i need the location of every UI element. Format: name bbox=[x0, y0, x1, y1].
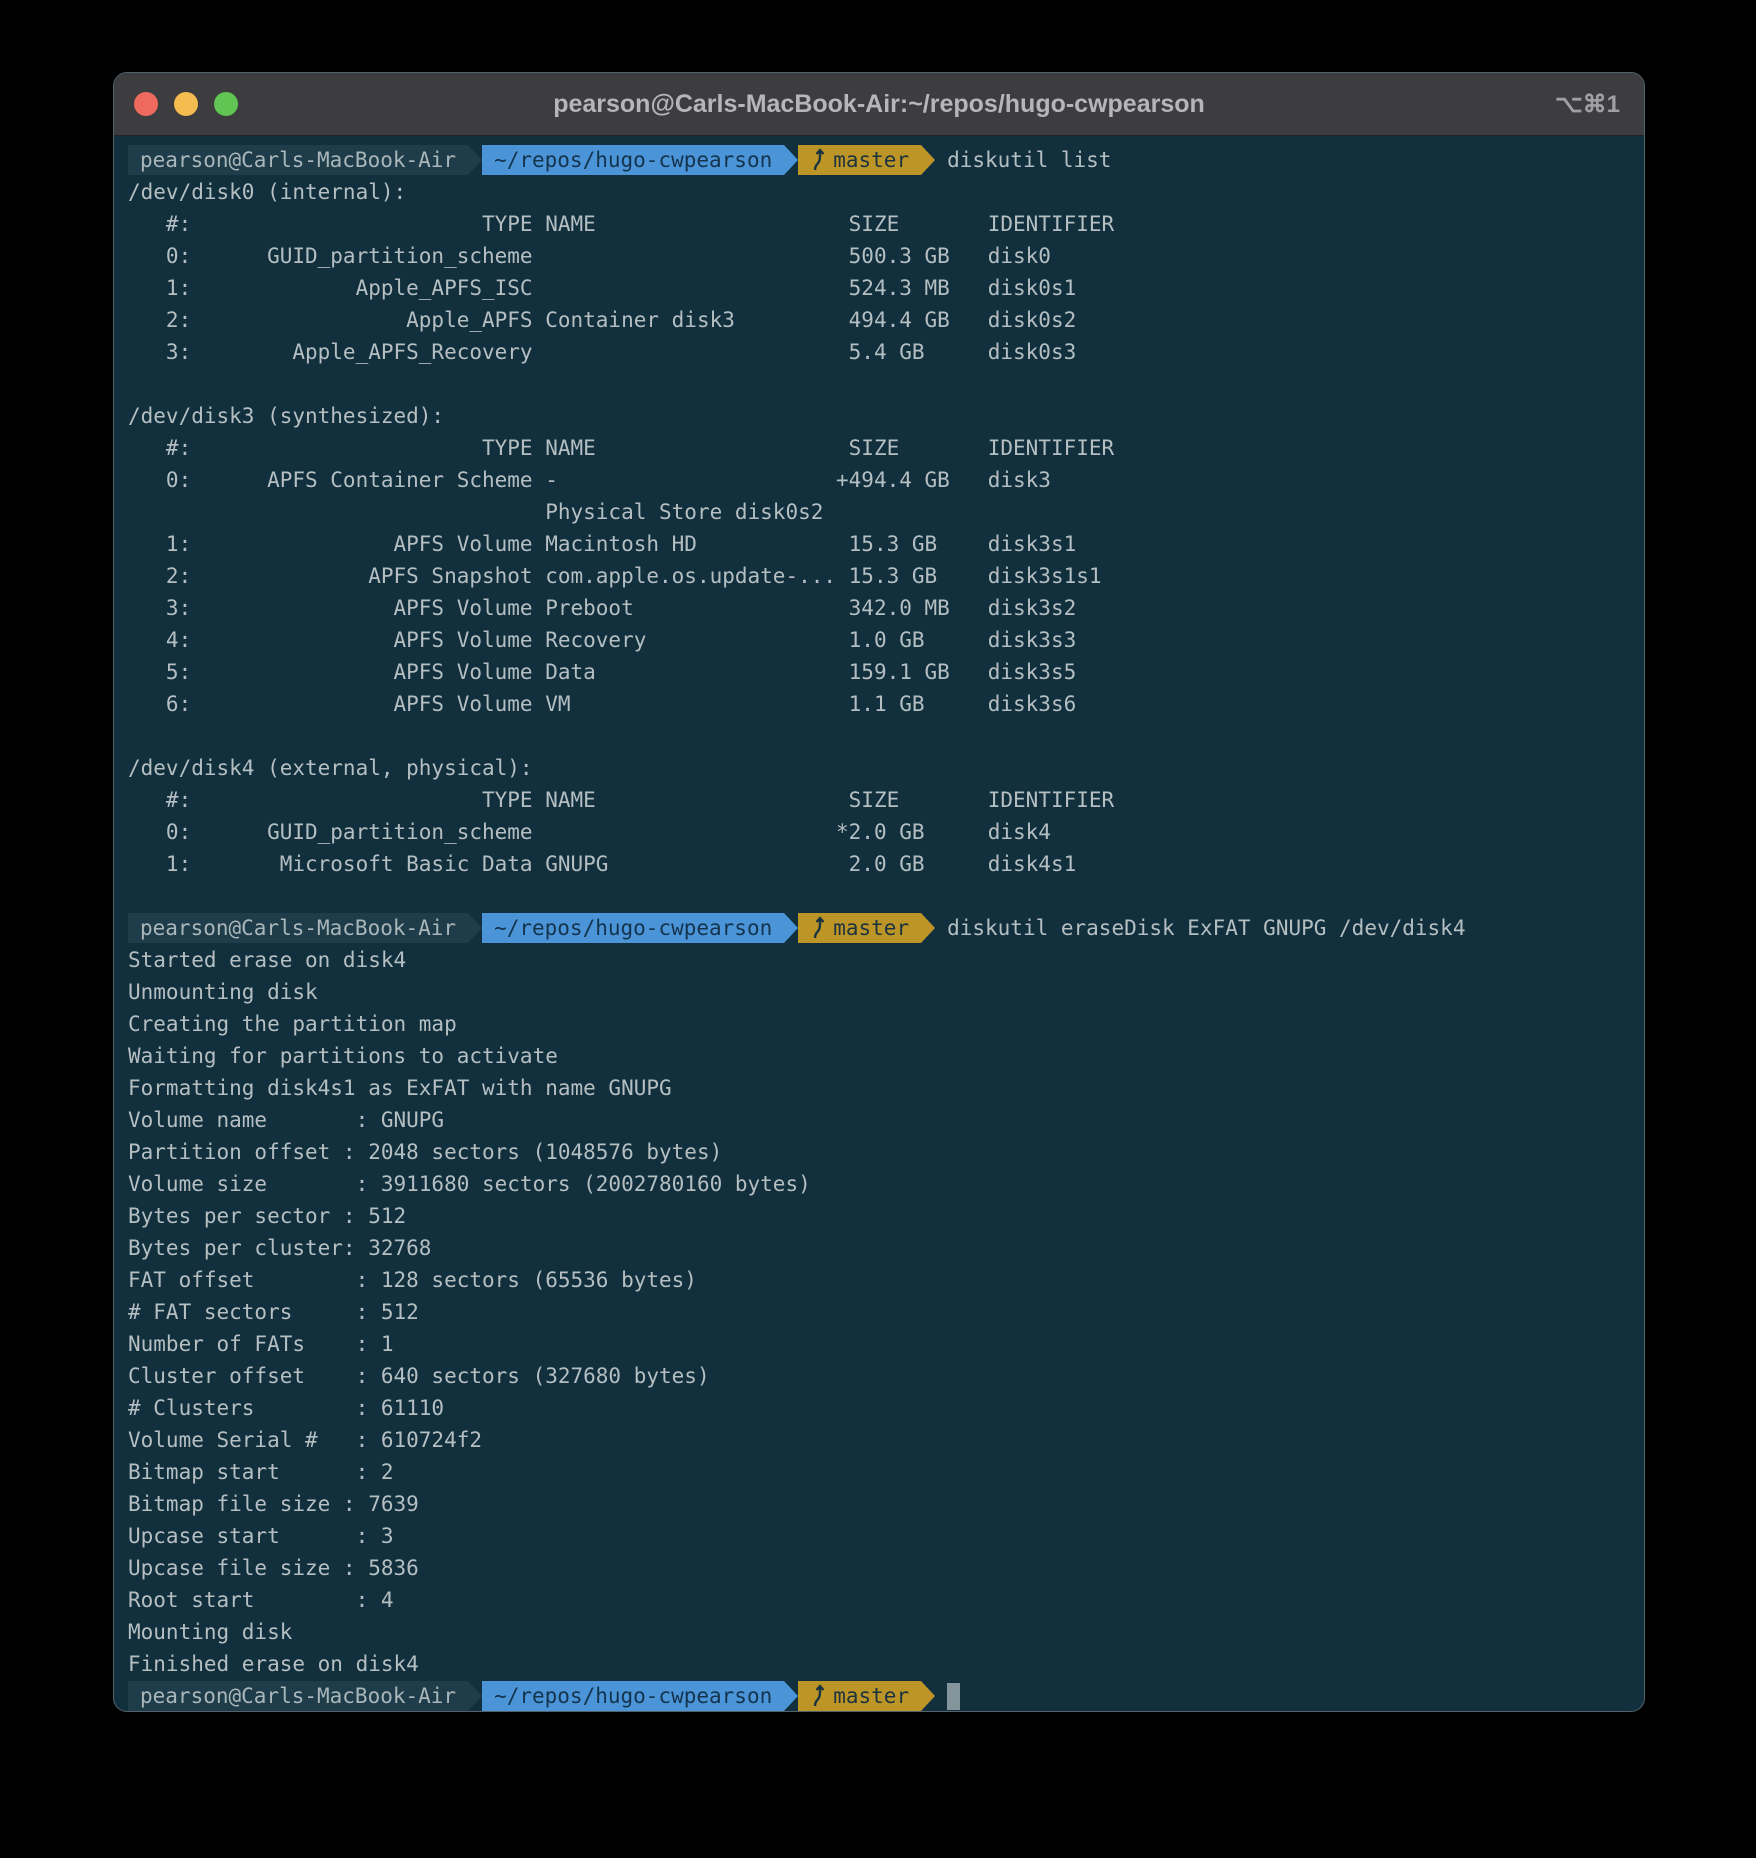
powerline-separator-icon bbox=[468, 145, 482, 175]
output-line: Partition offset : 2048 sectors (1048576… bbox=[128, 1136, 1644, 1168]
close-button[interactable] bbox=[134, 92, 158, 116]
output-line: Bytes per sector : 512 bbox=[128, 1200, 1644, 1232]
output-line: Root start : 4 bbox=[128, 1584, 1644, 1616]
powerline-separator-icon bbox=[921, 913, 935, 943]
output-line: 2: Apple_APFS Container disk3 494.4 GB d… bbox=[128, 304, 1644, 336]
output-line: Volume size : 3911680 sectors (200278016… bbox=[128, 1168, 1644, 1200]
blank-line bbox=[128, 368, 1644, 400]
output-line: 5: APFS Volume Data 159.1 GB disk3s5 bbox=[128, 656, 1644, 688]
output-line: Waiting for partitions to activate bbox=[128, 1040, 1644, 1072]
command-text: diskutil eraseDisk ExFAT GNUPG /dev/disk… bbox=[947, 912, 1465, 944]
output-line: # Clusters : 61110 bbox=[128, 1392, 1644, 1424]
window-title: pearson@Carls-MacBook-Air:~/repos/hugo-c… bbox=[114, 90, 1644, 119]
output-line: 0: GUID_partition_scheme 500.3 GB disk0 bbox=[128, 240, 1644, 272]
output-line: Number of FATs : 1 bbox=[128, 1328, 1644, 1360]
powerline-separator-icon bbox=[784, 1681, 798, 1711]
output-line: Creating the partition map bbox=[128, 1008, 1644, 1040]
output-line: Physical Store disk0s2 bbox=[128, 496, 1644, 528]
minimize-button[interactable] bbox=[174, 92, 198, 116]
prompt-directory: ~/repos/hugo-cwpearson bbox=[482, 145, 784, 175]
command-text: diskutil list bbox=[947, 144, 1111, 176]
output-line: 0: GUID_partition_scheme *2.0 GB disk4 bbox=[128, 816, 1644, 848]
output-line: /dev/disk3 (synthesized): bbox=[128, 400, 1644, 432]
output-line: 1: Microsoft Basic Data GNUPG 2.0 GB dis… bbox=[128, 848, 1644, 880]
powerline-separator-icon bbox=[784, 145, 798, 175]
output-line: Unmounting disk bbox=[128, 976, 1644, 1008]
output-line: 1: Apple_APFS_ISC 524.3 MB disk0s1 bbox=[128, 272, 1644, 304]
prompt-user-host: pearson@Carls-MacBook-Air bbox=[128, 913, 468, 943]
output-line: 2: APFS Snapshot com.apple.os.update-...… bbox=[128, 560, 1644, 592]
output-line: 4: APFS Volume Recovery 1.0 GB disk3s3 bbox=[128, 624, 1644, 656]
blank-line bbox=[128, 880, 1644, 912]
prompt-git-segment: master bbox=[798, 1681, 921, 1711]
output-line: /dev/disk4 (external, physical): bbox=[128, 752, 1644, 784]
terminal-window: pearson@Carls-MacBook-Air:~/repos/hugo-c… bbox=[113, 72, 1645, 1712]
output-line: 1: APFS Volume Macintosh HD 15.3 GB disk… bbox=[128, 528, 1644, 560]
titlebar[interactable]: pearson@Carls-MacBook-Air:~/repos/hugo-c… bbox=[114, 73, 1644, 136]
powerline-separator-icon bbox=[784, 913, 798, 943]
powerline-separator-icon bbox=[468, 1681, 482, 1711]
powerline-separator-icon bbox=[921, 145, 935, 175]
output-line: Started erase on disk4 bbox=[128, 944, 1644, 976]
git-branch-name: master bbox=[833, 1680, 909, 1712]
prompt-line: pearson@Carls-MacBook-Air ~/repos/hugo-cw… bbox=[128, 912, 1644, 944]
output-line: Finished erase on disk4 bbox=[128, 1648, 1644, 1680]
prompt-git-segment: master bbox=[798, 913, 921, 943]
output-line: #: TYPE NAME SIZE IDENTIFIER bbox=[128, 208, 1644, 240]
blank-line bbox=[128, 720, 1644, 752]
output-line: Formatting disk4s1 as ExFAT with name GN… bbox=[128, 1072, 1644, 1104]
output-line: # FAT sectors : 512 bbox=[128, 1296, 1644, 1328]
git-branch-name: master bbox=[833, 912, 909, 944]
output-line: FAT offset : 128 sectors (65536 bytes) bbox=[128, 1264, 1644, 1296]
powerline-separator-icon bbox=[468, 913, 482, 943]
zoom-button[interactable] bbox=[214, 92, 238, 116]
output-line: Mounting disk bbox=[128, 1616, 1644, 1648]
output-line: Bytes per cluster: 32768 bbox=[128, 1232, 1644, 1264]
git-branch-name: master bbox=[833, 144, 909, 176]
git-branch-icon bbox=[810, 916, 825, 940]
traffic-lights bbox=[114, 92, 238, 116]
output-line: Volume Serial # : 610724f2 bbox=[128, 1424, 1644, 1456]
prompt-directory: ~/repos/hugo-cwpearson bbox=[482, 1681, 784, 1711]
output-line: #: TYPE NAME SIZE IDENTIFIER bbox=[128, 432, 1644, 464]
terminal-screen[interactable]: pearson@Carls-MacBook-Air ~/repos/hugo-cw… bbox=[114, 136, 1644, 1712]
output-line: Upcase start : 3 bbox=[128, 1520, 1644, 1552]
output-line: Bitmap start : 2 bbox=[128, 1456, 1644, 1488]
prompt-user-host: pearson@Carls-MacBook-Air bbox=[128, 1681, 468, 1711]
output-line: Volume name : GNUPG bbox=[128, 1104, 1644, 1136]
prompt-directory: ~/repos/hugo-cwpearson bbox=[482, 913, 784, 943]
window-shortcut-badge: ⌥⌘1 bbox=[1555, 90, 1644, 119]
output-line: Upcase file size : 5836 bbox=[128, 1552, 1644, 1584]
output-line: /dev/disk0 (internal): bbox=[128, 176, 1644, 208]
prompt-line: pearson@Carls-MacBook-Air ~/repos/hugo-cw… bbox=[128, 1680, 1644, 1712]
output-line: 0: APFS Container Scheme - +494.4 GB dis… bbox=[128, 464, 1644, 496]
output-line: 3: Apple_APFS_Recovery 5.4 GB disk0s3 bbox=[128, 336, 1644, 368]
git-branch-icon bbox=[810, 148, 825, 172]
powerline-separator-icon bbox=[921, 1681, 935, 1711]
output-line: Cluster offset : 640 sectors (327680 byt… bbox=[128, 1360, 1644, 1392]
output-line: #: TYPE NAME SIZE IDENTIFIER bbox=[128, 784, 1644, 816]
output-line: Bitmap file size : 7639 bbox=[128, 1488, 1644, 1520]
prompt-git-segment: master bbox=[798, 145, 921, 175]
prompt-user-host: pearson@Carls-MacBook-Air bbox=[128, 145, 468, 175]
prompt-line: pearson@Carls-MacBook-Air ~/repos/hugo-cw… bbox=[128, 144, 1644, 176]
terminal-cursor bbox=[947, 1683, 960, 1710]
git-branch-icon bbox=[810, 1684, 825, 1708]
output-line: 6: APFS Volume VM 1.1 GB disk3s6 bbox=[128, 688, 1644, 720]
output-line: 3: APFS Volume Preboot 342.0 MB disk3s2 bbox=[128, 592, 1644, 624]
